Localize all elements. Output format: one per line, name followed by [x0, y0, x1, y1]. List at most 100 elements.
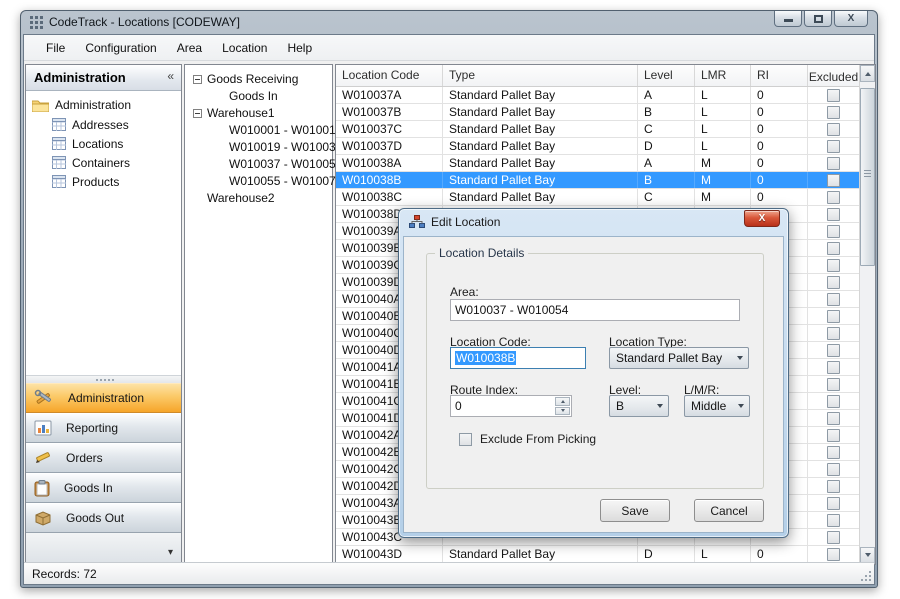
excluded-checkbox[interactable]	[827, 395, 840, 408]
arrow-down-icon	[865, 553, 871, 560]
sidebar-header: Administration «	[26, 65, 181, 91]
column-header-ri[interactable]: RI	[751, 65, 808, 86]
scrollbar-thumb[interactable]	[860, 88, 875, 266]
excluded-checkbox[interactable]	[827, 412, 840, 425]
sidebar-tree-item[interactable]: Products	[26, 172, 181, 191]
table-row[interactable]: W010038A Standard Pallet Bay A M 0	[336, 155, 859, 172]
excluded-checkbox[interactable]	[827, 259, 840, 272]
column-header-location-code[interactable]: Location Code	[336, 65, 443, 86]
sidebar-tree-item[interactable]: Containers	[26, 153, 181, 172]
excluded-checkbox[interactable]	[827, 140, 840, 153]
column-header-excluded[interactable]: Excluded	[808, 65, 859, 86]
exclude-from-picking-checkbox[interactable]	[459, 433, 472, 446]
overflow-chevron-icon[interactable]: ▾	[168, 547, 173, 558]
dialog-title-bar[interactable]: Edit Location X	[399, 209, 788, 236]
location-code-field[interactable]: W010038B	[450, 347, 586, 369]
arrow-up-icon	[561, 398, 565, 403]
route-index-stepper[interactable]: 0	[450, 395, 572, 417]
excluded-checkbox[interactable]	[827, 208, 840, 221]
tree-node[interactable]: Warehouse1	[185, 105, 332, 122]
excluded-checkbox[interactable]	[827, 242, 840, 255]
tree-node[interactable]: Goods In	[185, 88, 332, 105]
excluded-checkbox[interactable]	[827, 123, 840, 136]
dialog-close-button[interactable]: X	[744, 210, 780, 227]
nav-icon	[34, 450, 52, 466]
sidebar-tree-root[interactable]: Administration	[26, 95, 181, 115]
close-button[interactable]: X	[834, 11, 868, 27]
cancel-button[interactable]: Cancel	[694, 499, 764, 522]
scroll-up-button[interactable]	[860, 65, 875, 82]
excluded-checkbox[interactable]	[827, 531, 840, 544]
expander-icon[interactable]	[193, 75, 202, 84]
table-row[interactable]: W010037B Standard Pallet Bay B L 0	[336, 104, 859, 121]
table-row[interactable]: W010037D Standard Pallet Bay D L 0	[336, 138, 859, 155]
nav-button[interactable]: Orders	[26, 443, 181, 473]
excluded-checkbox[interactable]	[827, 293, 840, 306]
excluded-checkbox[interactable]	[827, 276, 840, 289]
menu-item[interactable]: Help	[277, 37, 322, 59]
tree-node[interactable]: W010019 - W010036	[185, 139, 332, 156]
excluded-checkbox[interactable]	[827, 174, 840, 187]
tree-node[interactable]: Goods Receiving	[185, 71, 332, 88]
sidebar-tree-item[interactable]: Addresses	[26, 115, 181, 134]
table-row[interactable]: W010037A Standard Pallet Bay A L 0	[336, 87, 859, 104]
excluded-checkbox[interactable]	[827, 327, 840, 340]
save-button[interactable]: Save	[600, 499, 670, 522]
excluded-checkbox[interactable]	[827, 378, 840, 391]
column-header-lmr[interactable]: LMR	[695, 65, 751, 86]
sidebar-tree-item[interactable]: Locations	[26, 134, 181, 153]
column-header-level[interactable]: Level	[638, 65, 695, 86]
table-row[interactable]: W010038C Standard Pallet Bay C M 0	[336, 189, 859, 206]
excluded-checkbox[interactable]	[827, 497, 840, 510]
menu-item[interactable]: Configuration	[75, 37, 166, 59]
excluded-checkbox[interactable]	[827, 514, 840, 527]
folder-icon	[32, 99, 49, 112]
menu-item[interactable]: Location	[212, 37, 277, 59]
excluded-checkbox[interactable]	[827, 548, 840, 561]
expander-icon[interactable]	[193, 109, 202, 118]
menu-item[interactable]: Area	[167, 37, 212, 59]
excluded-checkbox[interactable]	[827, 480, 840, 493]
excluded-checkbox[interactable]	[827, 446, 840, 459]
excluded-checkbox[interactable]	[827, 157, 840, 170]
table-row[interactable]: W010043D Standard Pallet Bay D L 0	[336, 546, 859, 563]
excluded-checkbox[interactable]	[827, 344, 840, 357]
excluded-checkbox[interactable]	[827, 191, 840, 204]
spinner-down-button[interactable]	[555, 407, 570, 416]
nav-button[interactable]: Goods In	[26, 473, 181, 503]
nav-icon	[34, 510, 52, 526]
nav-icon	[34, 480, 50, 497]
dialog-title: Edit Location	[431, 215, 500, 229]
area-field[interactable]: W010037 - W010054	[450, 299, 740, 321]
tree-node[interactable]: Warehouse2	[185, 190, 332, 207]
menu-item[interactable]: File	[36, 37, 75, 59]
tree-node[interactable]: W010037 - W010054	[185, 156, 332, 173]
lmr-dropdown[interactable]: Middle	[684, 395, 750, 417]
maximize-button[interactable]	[804, 11, 832, 27]
location-type-dropdown[interactable]: Standard Pallet Bay	[609, 347, 749, 369]
nav-button[interactable]: Administration	[26, 383, 181, 413]
tree-node[interactable]: W010001 - W010018	[185, 122, 332, 139]
resize-grip-icon[interactable]	[869, 579, 871, 581]
excluded-checkbox[interactable]	[827, 225, 840, 238]
excluded-checkbox[interactable]	[827, 429, 840, 442]
level-dropdown[interactable]: B	[609, 395, 669, 417]
excluded-checkbox[interactable]	[827, 361, 840, 374]
column-header-type[interactable]: Type	[443, 65, 638, 86]
table-icon	[52, 156, 66, 169]
table-row[interactable]: W010038B Standard Pallet Bay B M 0	[336, 172, 859, 189]
tree-node[interactable]: W010055 - W010075	[185, 173, 332, 190]
spinner-up-button[interactable]	[555, 397, 570, 406]
minimize-button[interactable]	[774, 11, 802, 27]
sidebar-splitter[interactable]	[26, 375, 181, 383]
title-bar[interactable]: CodeTrack - Locations [CODEWAY] X	[21, 11, 877, 34]
excluded-checkbox[interactable]	[827, 89, 840, 102]
excluded-checkbox[interactable]	[827, 106, 840, 119]
collapse-chevron-icon[interactable]: «	[167, 69, 174, 83]
excluded-checkbox[interactable]	[827, 463, 840, 476]
table-row[interactable]: W010037C Standard Pallet Bay C L 0	[336, 121, 859, 138]
excluded-checkbox[interactable]	[827, 310, 840, 323]
nav-button[interactable]: Reporting	[26, 413, 181, 443]
vertical-scrollbar[interactable]	[859, 65, 875, 564]
nav-button[interactable]: Goods Out	[26, 503, 181, 533]
